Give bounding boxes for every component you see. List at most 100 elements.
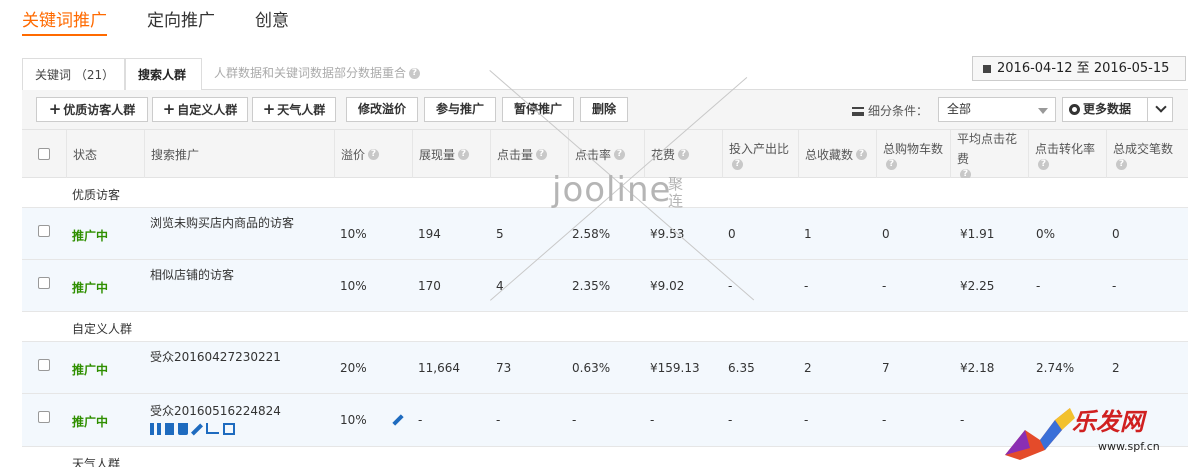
filter-label-text: 细分条件：: [868, 104, 929, 118]
impressions-value: 194: [418, 227, 441, 241]
header-search-promotion: 搜索推广: [144, 130, 334, 178]
plus-icon: +: [162, 100, 176, 118]
help-icon[interactable]: ?: [856, 148, 868, 160]
cost-value: ¥159.13: [650, 361, 700, 375]
header-avg-cpc[interactable]: 平均点击花费?: [950, 130, 1028, 180]
help-icon[interactable]: ?: [614, 148, 626, 160]
help-icon[interactable]: ?: [678, 148, 690, 160]
roi-value: 0: [728, 227, 736, 241]
sub-tabs: 关键词 （21） 搜索人群 人群数据和关键词数据部分数据重合? 2016-04-…: [22, 52, 1188, 91]
group-label: 自定义人群: [72, 322, 133, 336]
pause-promotion-button[interactable]: 暂停推广: [502, 97, 574, 122]
crowd-note-text: 人群数据和关键词数据部分数据重合: [214, 66, 407, 80]
crowd-name[interactable]: 浏览未购买店内商品的访客: [150, 214, 294, 231]
header-cvr[interactable]: 点击转化率?: [1028, 130, 1106, 178]
header-favorites[interactable]: 总收藏数?: [798, 130, 876, 178]
deer-logo-icon: [1005, 408, 1075, 460]
header-impressions[interactable]: 展现量?: [412, 130, 490, 178]
filter-label: 细分条件：: [852, 102, 928, 119]
tab-search-crowd[interactable]: 搜索人群: [125, 58, 202, 91]
help-icon[interactable]: ?: [732, 158, 743, 170]
row-checkbox[interactable]: [38, 277, 50, 289]
roi-value: -: [728, 413, 733, 427]
header-impressions-label: 展现量: [419, 147, 456, 162]
add-custom-crowd-button[interactable]: + 自定义人群: [152, 97, 248, 122]
tab-creative[interactable]: 创意: [255, 6, 289, 36]
help-icon[interactable]: ?: [368, 148, 380, 160]
header-roi[interactable]: 投入产出比?: [722, 130, 798, 178]
help-icon[interactable]: ?: [1116, 158, 1127, 170]
help-icon[interactable]: ?: [458, 148, 470, 160]
premium-value: 20%: [340, 361, 367, 375]
header-carts[interactable]: 总购物车数?: [876, 130, 950, 178]
tab-keywords[interactable]: 关键词 （21）: [22, 58, 125, 91]
delete-button[interactable]: 删除: [580, 97, 628, 122]
cost-value: ¥9.02: [650, 279, 685, 293]
cvr-value: -: [1036, 279, 1041, 293]
favorites-value: -: [804, 413, 809, 427]
filter-select[interactable]: 全部: [938, 97, 1056, 122]
row-checkbox[interactable]: [38, 225, 50, 237]
ctr-value: 0.63%: [572, 361, 611, 375]
crowd-note: 人群数据和关键词数据部分数据重合?: [214, 64, 421, 81]
header-checkbox-cell: [22, 130, 66, 178]
header-premium[interactable]: 溢价?: [334, 130, 412, 178]
clicks-value: 5: [496, 227, 504, 241]
help-icon[interactable]: ?: [886, 158, 897, 170]
top-nav: 关键词推广 定向推广 创意: [22, 6, 329, 36]
help-icon[interactable]: ?: [1038, 158, 1049, 170]
add-quality-visitors-button[interactable]: + 优质访客人群: [36, 97, 148, 122]
header-roi-label: 投入产出比: [729, 141, 790, 156]
row-checkbox[interactable]: [38, 411, 50, 423]
impressions-value: -: [418, 413, 423, 427]
tab-targeted-promotion[interactable]: 定向推广: [147, 6, 215, 36]
impressions-value: 11,664: [418, 361, 460, 375]
cpc-value: ¥2.18: [960, 361, 995, 375]
favorites-value: -: [804, 279, 809, 293]
header-carts-label: 总购物车数: [883, 141, 944, 156]
site-logo-url: www.spf.cn: [1098, 440, 1160, 453]
header-premium-label: 溢价: [341, 147, 366, 162]
group-label: 天气人群: [72, 457, 121, 467]
pencil-icon[interactable]: [190, 423, 204, 436]
toolbar: + 优质访客人群 + 自定义人群 + 天气人群 修改溢价 参与推广 暂停推广 删除 细…: [22, 90, 1188, 130]
detail-icon[interactable]: [223, 423, 235, 435]
help-icon[interactable]: ?: [409, 68, 421, 79]
table-row: 推广中 浏览未购买店内商品的访客 10% 194 5 2.58% ¥9.53 0…: [22, 208, 1188, 260]
status-badge: 推广中: [72, 281, 109, 295]
cpc-value: ¥1.91: [960, 227, 995, 241]
impressions-value: 170: [418, 279, 441, 293]
watermark-logo: jooline: [552, 170, 672, 210]
crowd-name[interactable]: 相似店铺的访客: [150, 266, 234, 283]
row-checkbox[interactable]: [38, 359, 50, 371]
more-data-button[interactable]: 更多数据: [1062, 97, 1173, 122]
help-icon[interactable]: ?: [536, 148, 548, 160]
edit-premium-icon[interactable]: [392, 414, 404, 426]
crowd-name[interactable]: 受众20160427230221: [150, 348, 281, 365]
select-all-checkbox[interactable]: [38, 148, 50, 160]
tab-keyword-promotion[interactable]: 关键词推广: [22, 6, 107, 36]
group-row-custom-crowd: 自定义人群: [22, 312, 1188, 342]
add-weather-crowd-button[interactable]: + 天气人群: [252, 97, 336, 122]
divider: [1147, 98, 1148, 121]
pause-icon[interactable]: [150, 423, 161, 435]
chevron-down-icon[interactable]: [1155, 101, 1167, 113]
edit-premium-button[interactable]: 修改溢价: [346, 97, 418, 122]
crowd-name[interactable]: 受众20160516224824: [150, 402, 281, 419]
trend-chart-icon[interactable]: [206, 423, 219, 434]
trash-icon[interactable]: [178, 423, 188, 435]
orders-value: 0: [1112, 227, 1120, 241]
date-range-button[interactable]: 2016-04-12 至 2016-05-15: [972, 56, 1186, 81]
copy-icon[interactable]: [165, 423, 174, 435]
header-cvr-label: 点击转化率: [1035, 141, 1096, 156]
caret-down-icon: [1038, 108, 1048, 114]
header-orders[interactable]: 总成交笔数?: [1106, 130, 1188, 178]
group-label: 优质访客: [72, 188, 121, 202]
header-favorites-label: 总收藏数: [805, 147, 854, 162]
join-promotion-button[interactable]: 参与推广: [424, 97, 496, 122]
add-custom-crowd-label: 自定义人群: [177, 103, 238, 117]
orders-value: -: [1112, 279, 1117, 293]
cpc-value: ¥2.25: [960, 279, 995, 293]
plus-icon: +: [262, 100, 276, 118]
site-logo-text: 乐发网: [1072, 408, 1144, 436]
